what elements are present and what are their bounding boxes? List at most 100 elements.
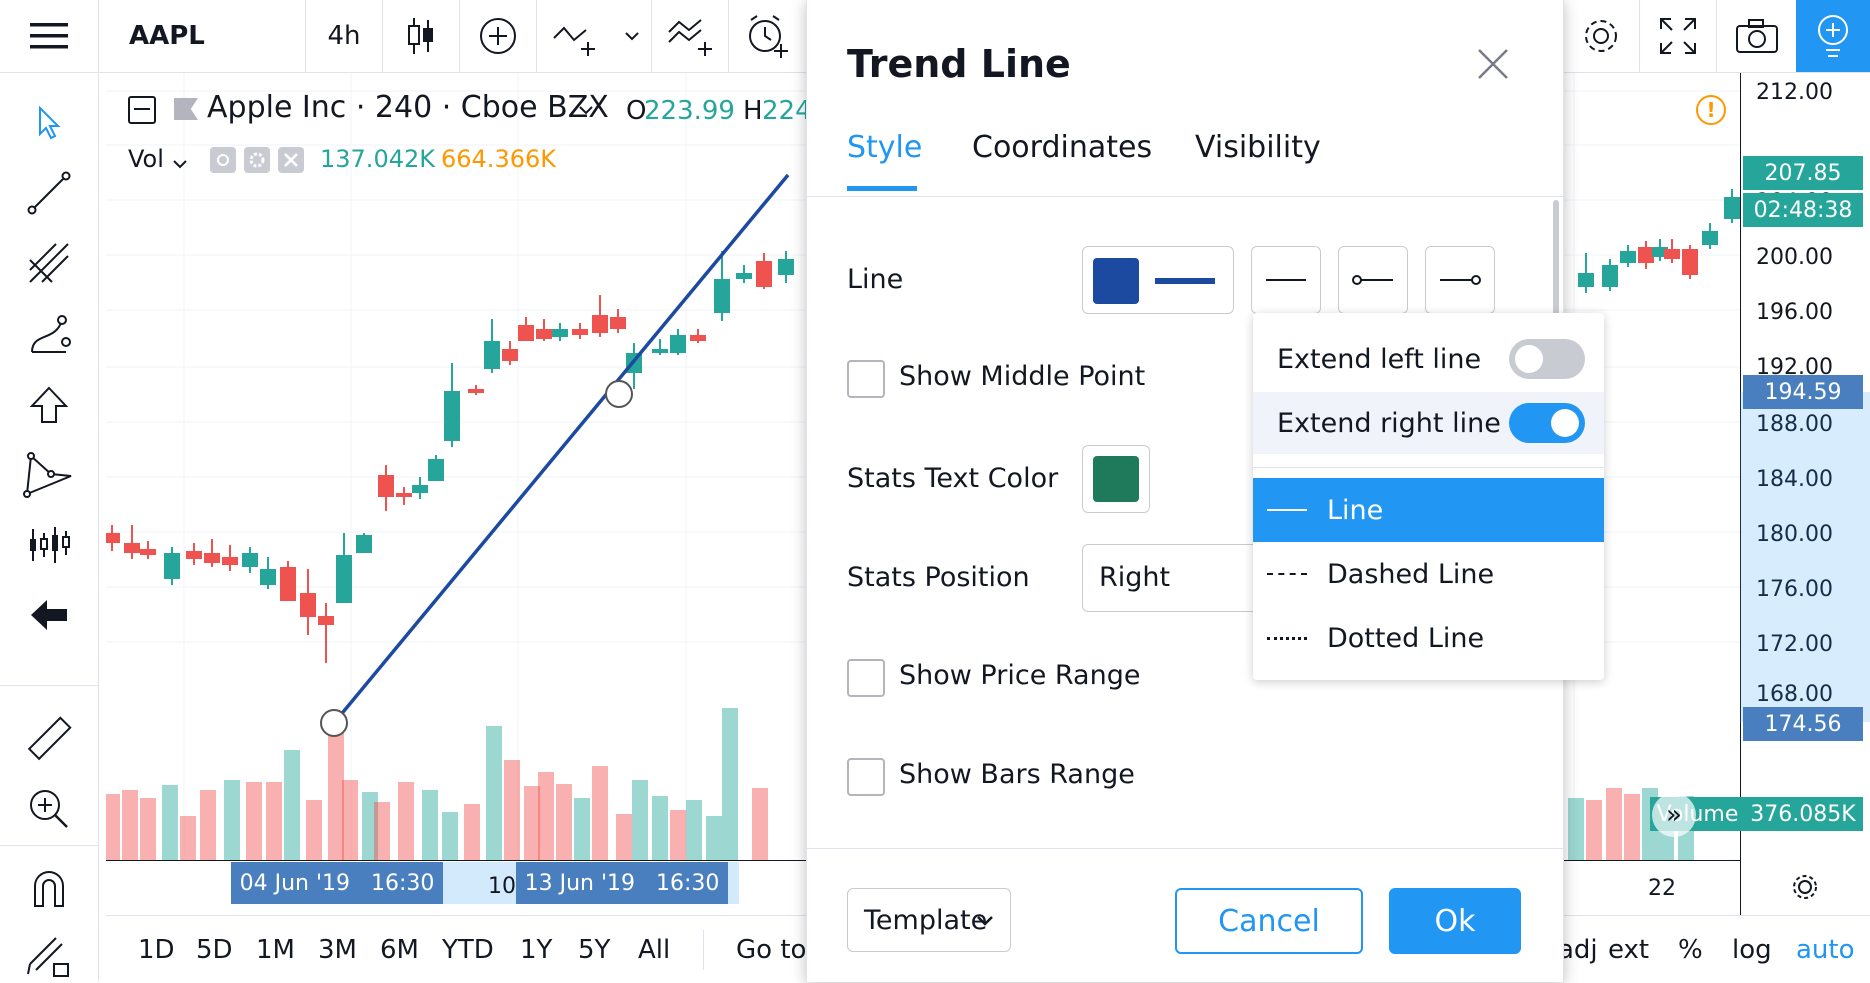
axis-settings-icon[interactable] xyxy=(1790,872,1820,906)
volume-bar xyxy=(140,798,156,860)
tab-visibility[interactable]: Visibility xyxy=(1195,130,1321,165)
candle-body xyxy=(140,549,156,555)
gear-icon[interactable] xyxy=(244,147,270,173)
extend-right-row[interactable]: Extend right line xyxy=(1253,392,1604,454)
close-icon[interactable] xyxy=(1475,46,1511,86)
auto-toggle[interactable]: auto xyxy=(1796,916,1855,983)
go-to-button[interactable]: Go to xyxy=(736,916,806,983)
volume-bar xyxy=(504,760,520,860)
volume-bar xyxy=(632,780,648,860)
candle-body xyxy=(106,533,120,543)
extend-left-row[interactable]: Extend left line xyxy=(1253,328,1604,390)
left-end-style-button[interactable] xyxy=(1338,246,1408,314)
show-middle-point-label[interactable]: Show Middle Point xyxy=(899,361,1145,392)
legend-title[interactable]: Apple Inc · 240 · Cboe BZX xyxy=(207,90,609,125)
cancel-button[interactable]: Cancel xyxy=(1175,888,1363,954)
interval-button[interactable]: 4h xyxy=(306,0,382,72)
arrow-up-shape-icon[interactable] xyxy=(0,375,98,435)
volume-bar xyxy=(224,780,240,860)
style-option-dotted[interactable]: Dotted Line xyxy=(1253,606,1604,670)
indicators-icon[interactable] xyxy=(537,0,613,72)
percent-toggle[interactable]: % xyxy=(1678,916,1703,983)
volume-bar xyxy=(328,718,344,860)
show-bars-range-checkbox[interactable] xyxy=(847,758,885,796)
stats-position-select[interactable]: Right xyxy=(1082,544,1264,612)
menu-icon[interactable] xyxy=(0,0,98,72)
price-axis-label: 212.00 xyxy=(1756,80,1833,105)
vol-label[interactable]: Vol xyxy=(128,145,164,173)
period-ytd[interactable]: YTD xyxy=(442,916,494,983)
collapse-legend-button[interactable] xyxy=(128,96,156,124)
log-toggle[interactable]: log xyxy=(1732,916,1772,983)
selection-price-top: 194.59 xyxy=(1743,375,1863,409)
alert-icon[interactable] xyxy=(729,0,805,72)
volume-bar xyxy=(122,790,138,860)
magnet-icon[interactable] xyxy=(0,858,98,918)
trend-line-icon[interactable] xyxy=(0,163,98,223)
period-all[interactable]: All xyxy=(638,916,670,983)
extend-right-toggle[interactable] xyxy=(1509,403,1585,443)
tab-coordinates[interactable]: Coordinates xyxy=(972,130,1152,165)
candle-body xyxy=(242,553,258,567)
chevron-down-icon[interactable] xyxy=(613,0,651,72)
back-arrow-icon[interactable] xyxy=(0,585,98,645)
candle-body xyxy=(468,389,484,393)
volume-bar xyxy=(246,782,262,860)
volume-bar xyxy=(706,816,722,860)
volume-value: 137.042K xyxy=(320,145,435,173)
chevron-down-icon[interactable] xyxy=(172,154,188,173)
style-option-dashed[interactable]: Dashed Line xyxy=(1253,542,1604,606)
period-5y[interactable]: 5Y xyxy=(578,916,610,983)
show-middle-point-checkbox[interactable] xyxy=(847,360,885,398)
period-6m[interactable]: 6M xyxy=(380,916,419,983)
fullscreen-icon[interactable] xyxy=(1640,0,1716,72)
show-price-range-checkbox[interactable] xyxy=(847,659,885,697)
period-1m[interactable]: 1M xyxy=(256,916,295,983)
settings-icon[interactable] xyxy=(1563,0,1639,72)
show-price-range-label[interactable]: Show Price Range xyxy=(899,660,1140,691)
volume-bar xyxy=(1606,788,1622,860)
time-tick-10: 10 xyxy=(488,874,516,899)
style-option-line[interactable]: Line xyxy=(1253,478,1604,542)
period-1d[interactable]: 1D xyxy=(138,916,175,983)
templates-icon[interactable] xyxy=(652,0,728,72)
zoom-in-icon[interactable] xyxy=(0,779,98,839)
ok-button[interactable]: Ok xyxy=(1389,888,1521,954)
eye-icon[interactable] xyxy=(210,147,236,173)
period-1y[interactable]: 1Y xyxy=(520,916,552,983)
lock-pencil-icon[interactable] xyxy=(0,923,98,983)
close-icon[interactable] xyxy=(278,147,304,173)
camera-icon[interactable] xyxy=(1717,0,1796,72)
line-color-button[interactable] xyxy=(1082,246,1234,314)
show-bars-range-label[interactable]: Show Bars Range xyxy=(899,759,1135,790)
candle-body xyxy=(1638,247,1654,263)
scroll-to-realtime-icon[interactable]: » xyxy=(1652,793,1696,837)
ext-toggle[interactable]: ext xyxy=(1608,916,1649,983)
fib-icon[interactable] xyxy=(0,233,98,293)
symbol-search[interactable]: AAPL xyxy=(105,0,305,72)
warning-icon[interactable]: ! xyxy=(1696,95,1726,125)
stats-text-color-button[interactable] xyxy=(1082,445,1150,513)
ruler-icon[interactable] xyxy=(0,709,98,769)
template-dropdown[interactable]: Template xyxy=(847,888,1011,952)
pattern-icon[interactable] xyxy=(0,445,98,505)
forecast-icon[interactable] xyxy=(0,515,98,575)
cursor-icon[interactable] xyxy=(0,93,98,153)
compare-icon[interactable] xyxy=(460,0,536,72)
candle-body xyxy=(428,459,444,481)
volume-bar xyxy=(306,800,322,860)
extend-left-toggle[interactable] xyxy=(1509,339,1585,379)
brush-icon[interactable] xyxy=(0,305,98,365)
chevron-down-icon[interactable] xyxy=(578,100,594,119)
idea-icon[interactable] xyxy=(1796,0,1870,72)
volume-bar xyxy=(752,788,768,860)
volume-bar xyxy=(538,772,554,860)
candles-icon[interactable] xyxy=(383,0,459,72)
volume-bar xyxy=(422,790,438,860)
period-5d[interactable]: 5D xyxy=(196,916,233,983)
candle-body xyxy=(1602,265,1618,287)
period-3m[interactable]: 3M xyxy=(318,916,357,983)
line-style-button[interactable] xyxy=(1251,246,1321,314)
right-end-style-button[interactable] xyxy=(1425,246,1495,314)
tab-style[interactable]: Style xyxy=(847,130,922,165)
